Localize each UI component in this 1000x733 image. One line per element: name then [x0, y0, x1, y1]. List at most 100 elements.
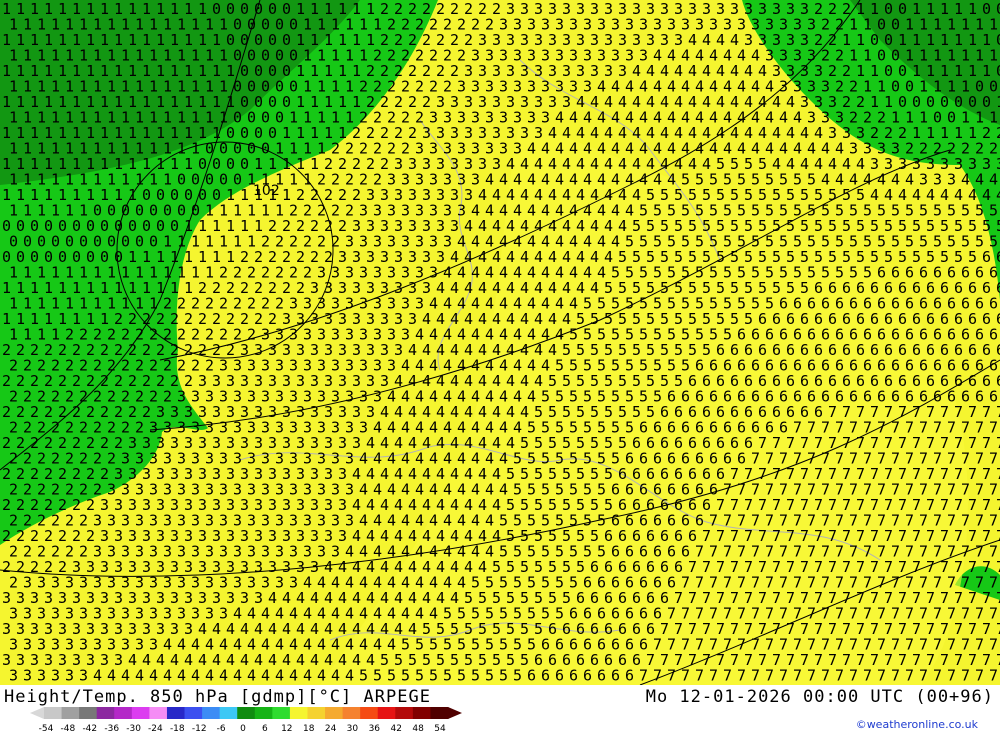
scale-tick-label: 0	[240, 724, 246, 733]
scale-swatch	[289, 707, 308, 719]
temperature-digit: 4	[345, 667, 354, 685]
map-datetime: Mo 12-01-2026 00:00 UTC (00+96)	[645, 687, 994, 707]
temperature-digit: 7	[751, 667, 760, 685]
temperature-digit: 4	[247, 667, 256, 685]
scale-tick-label: -48	[61, 724, 76, 733]
scale-tick-label: -30	[126, 724, 141, 733]
temperature-digit: 7	[667, 667, 676, 685]
temperature-digit: 6	[555, 667, 564, 685]
temperature-digit: 4	[191, 667, 200, 685]
scale-tick-label: -42	[82, 724, 97, 733]
temperature-digit: 7	[807, 667, 816, 685]
temperature-digit: 5	[401, 667, 410, 685]
scale-tick-label: 12	[281, 724, 292, 733]
temperature-digit: 4	[177, 667, 186, 685]
temperature-digit: 4	[149, 667, 158, 685]
scale-swatch	[325, 707, 344, 719]
temperature-digit: 4	[233, 667, 242, 685]
temperature-digit: 6	[597, 667, 606, 685]
scale-swatch	[79, 707, 98, 719]
scale-swatch	[307, 707, 326, 719]
temperature-digit: 7	[919, 667, 928, 685]
temperature-digit: 6	[569, 667, 578, 685]
temperature-digit: 3	[65, 667, 74, 685]
temperature-digit: 4	[135, 667, 144, 685]
temperature-digit: 6	[541, 667, 550, 685]
temperature-digit: 6	[625, 667, 634, 685]
scale-tick-label: -12	[192, 724, 207, 733]
temperature-digit: 7	[779, 667, 788, 685]
scale-swatch	[61, 707, 80, 719]
temperature-digit: 5	[485, 667, 494, 685]
scale-swatch	[219, 707, 238, 719]
temperature-digit: 7	[975, 667, 984, 685]
scale-swatch	[377, 707, 396, 719]
temperature-digit: 4	[107, 667, 116, 685]
temperature-digit: 5	[359, 667, 368, 685]
temperature-digit: 7	[709, 667, 718, 685]
temperature-digit: 7	[639, 667, 648, 685]
temperature-digit: 5	[457, 667, 466, 685]
temperature-digit: 6	[527, 667, 536, 685]
scale-tick-label: 48	[412, 724, 424, 733]
scale-swatch	[114, 707, 133, 719]
scale-swatch	[184, 707, 203, 719]
scale-swatch	[166, 707, 186, 719]
scale-swatch	[96, 707, 115, 719]
temperature-digit: 4	[219, 667, 228, 685]
scale-swatch	[44, 707, 63, 719]
temperature-digit: 7	[947, 667, 956, 685]
temperature-digit: 5	[415, 667, 424, 685]
temperature-digit: 7	[835, 667, 844, 685]
temperature-digit: 4	[289, 667, 298, 685]
temperature-digit: 4	[163, 667, 172, 685]
color-scale-ticks: -54 -48 -42 -36 -30 -24 -18 -12 -6 0 6 12 18 24 30 36 42…	[39, 724, 446, 733]
scale-tick-label: 54	[434, 724, 446, 733]
temperature-digit: 5	[387, 667, 396, 685]
scale-swatch	[412, 707, 431, 719]
scale-swatch	[202, 707, 221, 719]
temperature-digit: 3	[51, 667, 60, 685]
temperature-digit: 3	[9, 667, 18, 685]
scale-tick-label: 24	[325, 724, 337, 733]
scale-swatch	[131, 707, 150, 719]
temperature-digit: 7	[737, 667, 746, 685]
temperature-field: 1111111111111110000001111112222222223333…	[0, 0, 1000, 685]
scale-swatch	[430, 707, 449, 719]
color-scale: -54 -48 -42 -36 -30 -24 -18 -12 -6 0 6 12 18 24 30 36 42…	[30, 707, 462, 733]
scale-arrow-left	[30, 707, 44, 719]
temperature-digit: 5	[471, 667, 480, 685]
temperature-digit: 7	[961, 667, 970, 685]
temperature-digit: 7	[891, 667, 900, 685]
temperature-digit: 4	[93, 667, 102, 685]
temperature-digit: 7	[933, 667, 942, 685]
temperature-digit: 6	[583, 667, 592, 685]
scale-swatch	[237, 707, 256, 719]
scale-tick-label: -18	[170, 724, 185, 733]
temperature-digit: 5	[373, 667, 382, 685]
temperature-digit: 7	[681, 667, 690, 685]
color-scale-bar	[30, 707, 462, 719]
credit-link[interactable]: ©weatheronline.co.uk	[856, 718, 978, 731]
scale-tick-label: 42	[390, 724, 401, 733]
temperature-digit: 7	[695, 667, 704, 685]
scale-swatch	[395, 707, 414, 719]
temperature-digit: 5	[429, 667, 438, 685]
temperature-digit: 5	[513, 667, 522, 685]
scale-arrow-right	[448, 707, 462, 719]
scale-swatch	[360, 707, 379, 719]
scale-tick-label: -6	[217, 724, 226, 733]
scale-tick-label: -24	[148, 724, 163, 733]
scale-tick-label: 6	[262, 724, 268, 733]
temperature-digit: 4	[205, 667, 214, 685]
scale-tick-label: 30	[347, 724, 359, 733]
center-label: 102	[253, 183, 280, 199]
temperature-digit: 7	[849, 667, 858, 685]
scale-swatch	[342, 707, 361, 719]
temperature-digit: 3	[37, 667, 46, 685]
temperature-digit: 3	[79, 667, 88, 685]
temperature-digit: 4	[303, 667, 312, 685]
scale-swatch	[149, 707, 168, 719]
temperature-digit: 7	[653, 667, 662, 685]
temperature-digit: 7	[793, 667, 802, 685]
